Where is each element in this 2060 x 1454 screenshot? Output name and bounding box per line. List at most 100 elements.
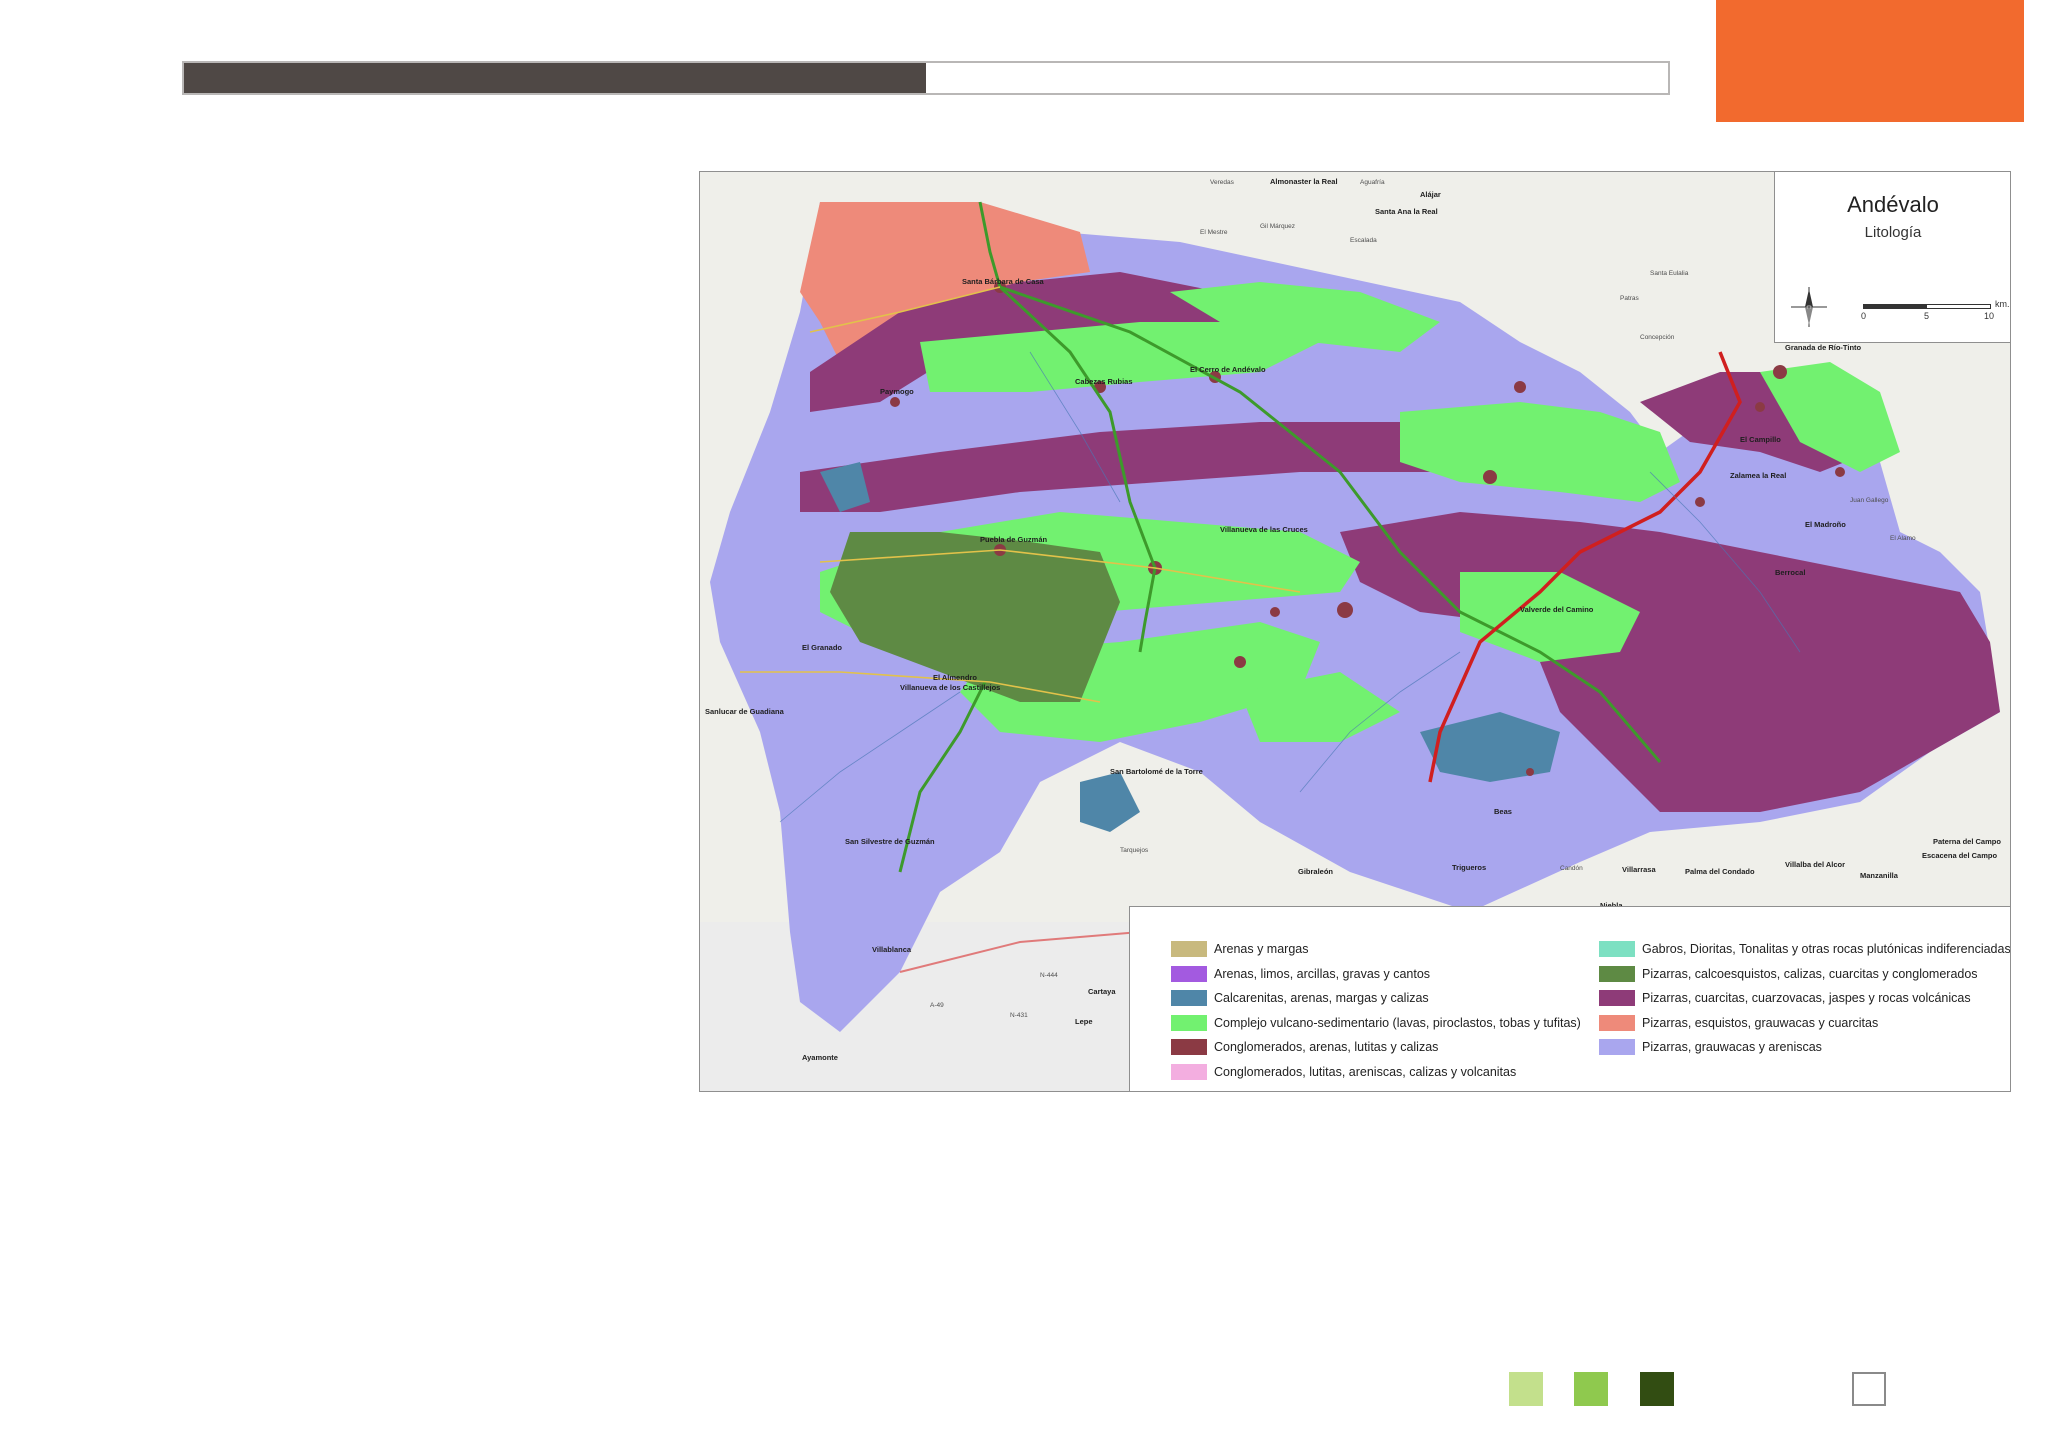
place-label: Villanueva de los Castillejos	[900, 683, 1000, 692]
road-label: A-49	[930, 1002, 944, 1009]
legend-label: Gabros, Dioritas, Tonalitas y otras roca…	[1642, 942, 2011, 957]
place-label: Candón	[1560, 865, 1583, 872]
place-label: Veredas	[1210, 179, 1235, 186]
legend-item: Calcarenitas, arenas, margas y calizas	[1171, 986, 1581, 1011]
header-bar	[182, 61, 1670, 95]
place-label: Patras	[1620, 295, 1640, 302]
place-label: Zalamea la Real	[1730, 471, 1786, 480]
legend-item: Conglomerados, arenas, lutitas y calizas	[1171, 1035, 1581, 1060]
legend-label: Calcarenitas, arenas, margas y calizas	[1214, 991, 1429, 1006]
place-label: Villarrasa	[1622, 865, 1656, 874]
place-label: Ayamonte	[802, 1053, 838, 1062]
road-label: N-444	[1040, 972, 1058, 979]
place-label: El Cerro de Andévalo	[1190, 365, 1266, 374]
place-label: Villablanca	[872, 945, 912, 954]
place-label: El Alamo	[1890, 535, 1916, 542]
place-label: Lepe	[1075, 1017, 1093, 1026]
legend-panel: Arenas y margas Arenas, limos, arcillas,…	[1129, 906, 2011, 1091]
legend-label: Complejo vulcano-sedimentario (lavas, pi…	[1214, 1015, 1581, 1030]
place-label: El Mestre	[1200, 229, 1228, 236]
legend-swatch	[1599, 941, 1635, 958]
place-label: Santa Bárbara de Casa	[962, 277, 1045, 286]
place-label: Villalba del Alcor	[1785, 860, 1845, 869]
legend-item: Pizarras, grauwacas y areniscas	[1599, 1035, 2010, 1060]
map-frame: Almonaster la Real Alájar Santa Ana la R…	[699, 171, 2011, 1092]
scale-bar-segment	[1864, 305, 1927, 308]
legend-label: Conglomerados, arenas, lutitas y calizas	[1214, 1040, 1439, 1055]
legend-swatch	[1171, 1039, 1207, 1056]
place-label: Beas	[1494, 807, 1512, 816]
legend-column-left: Arenas y margas Arenas, limos, arcillas,…	[1171, 937, 1581, 1084]
place-label: Gil Márquez	[1260, 223, 1295, 230]
legend-label: Pizarras, cuarcitas, cuarzovacas, jaspes…	[1642, 991, 1971, 1006]
footer-square-dark-green	[1640, 1372, 1674, 1406]
legend-column-right: Gabros, Dioritas, Tonalitas y otras roca…	[1599, 937, 2011, 1060]
legend-item: Arenas y margas	[1171, 937, 1581, 962]
legend-label: Pizarras, esquistos, grauwacas y cuarcit…	[1642, 1015, 1879, 1030]
legend-swatch	[1599, 965, 1635, 982]
road-label: N-431	[1010, 1012, 1028, 1019]
accent-block	[1716, 0, 2024, 122]
place-label: Manzanilla	[1860, 871, 1899, 880]
place-label: Paterna del Campo	[1933, 837, 2001, 846]
place-label: Trigueros	[1452, 863, 1486, 872]
place-label: Alájar	[1420, 190, 1441, 199]
place-label: Concepción	[1640, 334, 1675, 341]
scale-label: 5	[1924, 311, 1930, 321]
place-label: Cartaya	[1088, 987, 1116, 996]
legend-label: Arenas, limos, arcillas, gravas y cantos	[1214, 966, 1431, 981]
place-label: Santa Ana la Real	[1375, 207, 1438, 216]
legend-swatch	[1171, 990, 1207, 1007]
legend-swatch	[1599, 990, 1635, 1007]
place-label: Escacena del Campo	[1922, 851, 1997, 860]
place-label: Aguafría	[1360, 179, 1385, 186]
scale-panel: 0 5 10 km.	[1774, 273, 2010, 343]
scale-label: 0	[1861, 311, 1867, 321]
legend-item: Pizarras, esquistos, grauwacas y cuarcit…	[1599, 1011, 2010, 1036]
scale-label: 10	[1984, 311, 1995, 321]
place-label: Villanueva de las Cruces	[1220, 525, 1308, 534]
place-label: Palma del Condado	[1685, 867, 1755, 876]
legend-item: Conglomerados, lutitas, areniscas, caliz…	[1171, 1060, 1581, 1085]
footer-square-green	[1574, 1372, 1608, 1406]
legend-swatch	[1171, 965, 1207, 982]
legend-item: Complejo vulcano-sedimentario (lavas, pi…	[1171, 1011, 1581, 1036]
place-label: Gibraleón	[1298, 867, 1333, 876]
footer-square-empty	[1852, 1372, 1886, 1406]
map-title-panel: Andévalo Litología	[1774, 172, 2010, 274]
place-label: Berrocal	[1775, 568, 1805, 577]
place-label: Paymogo	[880, 387, 914, 396]
place-label: Almonaster la Real	[1270, 177, 1338, 186]
place-label: Sanlucar de Guadiana	[705, 707, 785, 716]
place-label: Valverde del Camino	[1520, 605, 1594, 614]
map-subtitle: Litología	[1864, 224, 1922, 241]
legend-swatch	[1599, 1039, 1635, 1056]
place-label: Tarquejos	[1120, 847, 1149, 854]
place-label: El Campillo	[1740, 435, 1781, 444]
place-label: El Granado	[802, 643, 842, 652]
legend-swatch	[1599, 1014, 1635, 1031]
header-bar-fill	[184, 63, 926, 93]
legend-label: Conglomerados, lutitas, areniscas, caliz…	[1214, 1064, 1517, 1079]
legend-label: Pizarras, calcoesquistos, calizas, cuarc…	[1642, 966, 1978, 981]
scale-unit: km.	[1995, 299, 2010, 309]
legend-label: Arenas y margas	[1214, 942, 1309, 957]
legend-item: Gabros, Dioritas, Tonalitas y otras roca…	[1599, 937, 2011, 962]
place-label: Santa Eulalia	[1650, 270, 1689, 277]
place-label: San Silvestre de Guzmán	[845, 837, 935, 846]
footer-square-light-green	[1509, 1372, 1543, 1406]
place-label: San Bartolomé de la Torre	[1110, 767, 1203, 776]
map-title: Andévalo	[1847, 192, 1939, 217]
place-label: Cabezas Rubias	[1075, 377, 1133, 386]
legend-swatch	[1171, 941, 1207, 958]
place-label: Granada de Río-Tinto	[1785, 343, 1862, 352]
legend-label: Pizarras, grauwacas y areniscas	[1642, 1040, 1822, 1055]
place-label: Puebla de Guzmán	[980, 535, 1048, 544]
legend-item: Pizarras, cuarcitas, cuarzovacas, jaspes…	[1599, 986, 2010, 1011]
place-label: El Madroño	[1805, 520, 1846, 529]
legend-item: Pizarras, calcoesquistos, calizas, cuarc…	[1599, 962, 2010, 987]
legend-swatch	[1171, 1063, 1207, 1080]
place-label: Juan Gallego	[1850, 497, 1889, 504]
legend-swatch	[1171, 1014, 1207, 1031]
legend-item: Arenas, limos, arcillas, gravas y cantos	[1171, 962, 1581, 987]
